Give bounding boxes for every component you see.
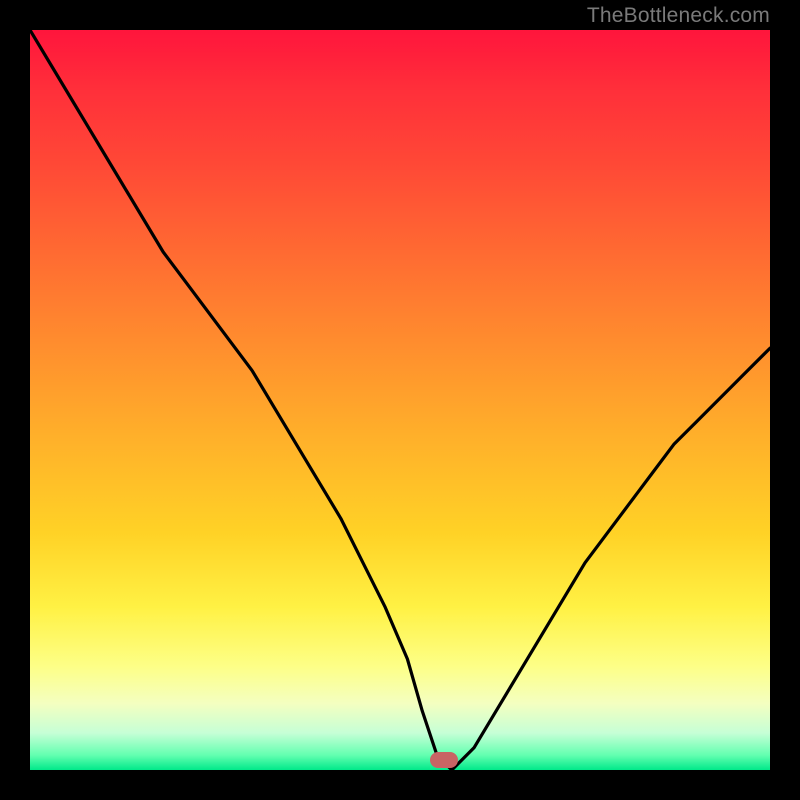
plot-area [30,30,770,770]
watermark-text: TheBottleneck.com [587,4,770,28]
bottleneck-curve [30,30,770,770]
minimum-marker [430,752,458,768]
chart-frame: TheBottleneck.com [0,0,800,800]
